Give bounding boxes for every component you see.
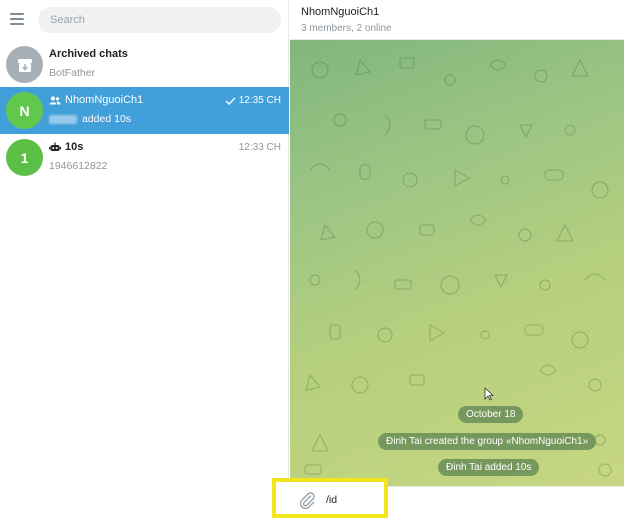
paperclip-icon[interactable] xyxy=(298,491,316,509)
telegram-window: Archived chats BotFather N NhomNguoiCh1 … xyxy=(0,0,624,518)
archive-icon xyxy=(17,58,32,72)
search-box[interactable] xyxy=(38,7,281,33)
date-separator: October 18 xyxy=(458,406,524,423)
chat-item-nhomnguoich1[interactable]: N NhomNguoiCh1 added 10s 12:35 CH xyxy=(0,87,289,134)
sidebar: Archived chats BotFather N NhomNguoiCh1 … xyxy=(0,0,289,518)
mouse-cursor-icon xyxy=(484,387,494,401)
archive-avatar xyxy=(6,46,43,83)
chat-preview: added 10s xyxy=(49,113,131,125)
doodle-pattern xyxy=(304,57,612,477)
sidebar-top-bar xyxy=(0,0,289,40)
chat-preview: 1946612822 xyxy=(49,160,108,172)
message-area: October 18 Đinh Tai created the group «N… xyxy=(290,40,624,486)
chat-header-title: NhomNguoiCh1 xyxy=(301,6,380,18)
chat-preview: BotFather xyxy=(49,67,96,79)
avatar: 1 xyxy=(6,139,43,176)
chat-title: Archived chats xyxy=(49,48,128,60)
chat-time: 12:33 CH xyxy=(238,142,281,153)
check-icon xyxy=(225,97,236,105)
chat-panel: NhomNguoiCh1 3 members, 2 online October… xyxy=(290,0,624,518)
chat-item-10s[interactable]: 1 10s 1946612822 12:33 CH xyxy=(0,134,289,181)
chat-time: 12:35 CH xyxy=(225,95,281,106)
bot-icon xyxy=(49,142,61,151)
chat-title: 10s xyxy=(49,141,83,153)
message-input[interactable] xyxy=(326,491,381,509)
chat-title: NhomNguoiCh1 xyxy=(49,94,143,106)
avatar: N xyxy=(6,92,43,129)
chat-header[interactable]: NhomNguoiCh1 3 members, 2 online xyxy=(290,0,624,40)
chat-header-status: 3 members, 2 online xyxy=(301,23,392,34)
chat-item-archived[interactable]: Archived chats BotFather xyxy=(0,41,289,88)
hamburger-menu-icon[interactable] xyxy=(10,11,26,27)
group-icon xyxy=(49,96,61,104)
service-message-added: Đinh Tai added 10s xyxy=(438,459,540,476)
blurred-sender-name xyxy=(49,114,77,124)
composer-highlight xyxy=(272,478,388,518)
search-input[interactable] xyxy=(38,7,281,33)
service-message-created: Đinh Tai created the group «NhomNguoiCh1… xyxy=(378,433,597,450)
